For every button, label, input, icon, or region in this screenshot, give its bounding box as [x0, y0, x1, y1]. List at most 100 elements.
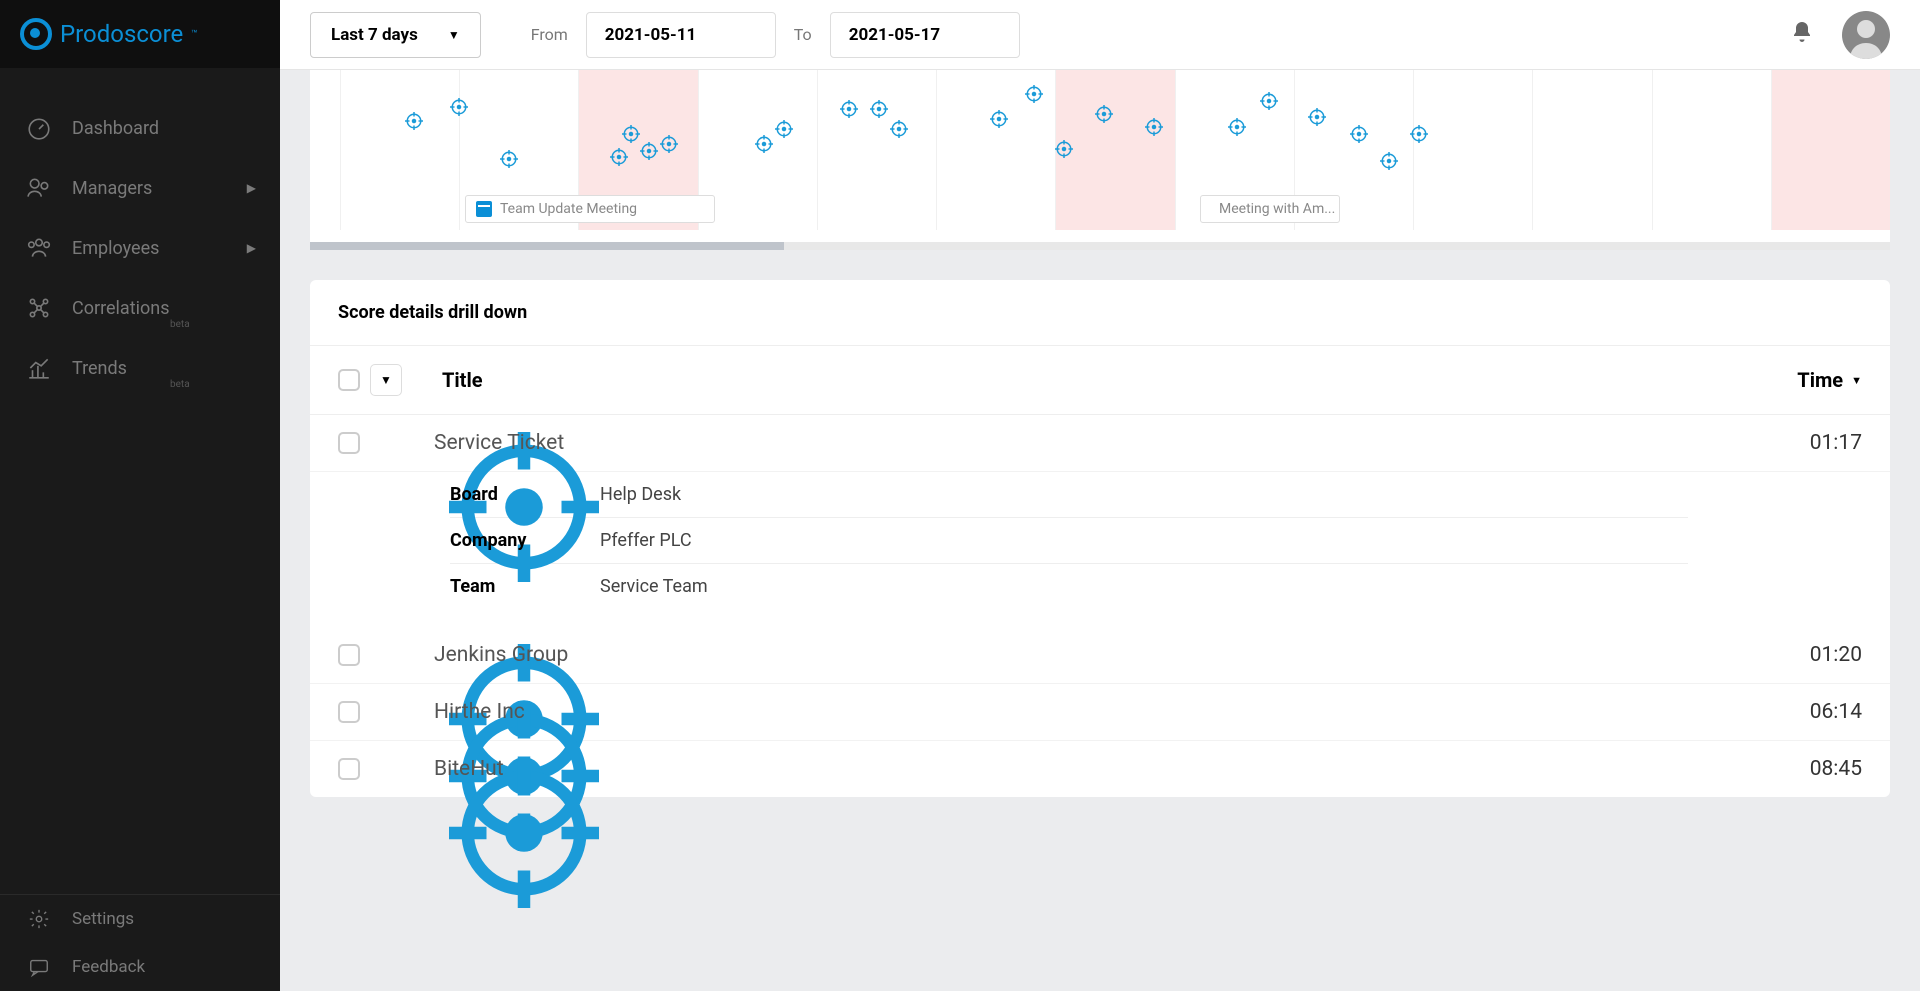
detail-value: Pfeffer PLC: [600, 530, 692, 551]
to-label: To: [794, 25, 812, 44]
activity-dot-icon[interactable]: [840, 100, 858, 118]
people-icon: [24, 236, 54, 260]
sidebar-item-label: Settings: [72, 909, 134, 929]
to-date-input[interactable]: 2021-05-17: [830, 12, 1020, 58]
header-actions: [1790, 11, 1890, 59]
row-title: BiteHut: [434, 757, 504, 781]
sidebar-item-label: Feedback: [72, 957, 145, 977]
timeline-event[interactable]: Team Update Meeting: [465, 195, 715, 223]
row-time: 01:17: [1810, 431, 1862, 455]
sidebar-item-label: Trends: [72, 358, 127, 379]
event-label: Team Update Meeting: [500, 201, 637, 217]
activity-dot-icon[interactable]: [755, 135, 773, 153]
bell-icon[interactable]: [1790, 20, 1814, 50]
activity-dot-icon[interactable]: [405, 112, 423, 130]
sidebar-item-label: Employees: [72, 238, 159, 259]
row-checkbox[interactable]: [338, 432, 360, 454]
from-label: From: [531, 25, 568, 44]
sidebar-item-label: Correlations: [72, 298, 170, 319]
date-range-label: Last 7 days: [331, 25, 418, 45]
activity-dot-icon[interactable]: [500, 150, 518, 168]
sidebar-item-trends[interactable]: Trends beta: [0, 338, 280, 398]
target-icon: [374, 701, 396, 723]
timeline-event[interactable]: Meeting with Am...: [1200, 195, 1340, 223]
avatar[interactable]: [1842, 11, 1890, 59]
activity-dot-icon[interactable]: [870, 100, 888, 118]
timeline-body: Team Update Meeting Meeting with Am...: [310, 70, 1890, 250]
column-time-sort[interactable]: Time ▼: [1797, 368, 1862, 392]
sidebar-item-feedback[interactable]: Feedback: [0, 943, 280, 991]
activity-dot-icon[interactable]: [990, 110, 1008, 128]
table-row[interactable]: Service Ticket 01:17: [310, 415, 1890, 472]
row-details: Board Help Desk Company Pfeffer PLC Team…: [310, 472, 1890, 627]
activity-dot-icon[interactable]: [1350, 125, 1368, 143]
sidebar-item-dashboard[interactable]: Dashboard: [0, 98, 280, 158]
activity-dot-icon[interactable]: [450, 98, 468, 116]
table-header: ▼ Title Time ▼: [310, 345, 1890, 415]
row-title: Hirthe Inc: [434, 700, 525, 724]
target-icon: [374, 644, 396, 666]
gear-icon: [24, 907, 54, 931]
row-checkbox[interactable]: [338, 644, 360, 666]
chart-icon: [24, 356, 54, 380]
activity-dot-icon[interactable]: [1380, 152, 1398, 170]
date-inputs: From 2021-05-11 To 2021-05-17: [531, 12, 1020, 58]
detail-value: Help Desk: [600, 484, 681, 505]
drilldown-title: Score details drill down: [310, 280, 1890, 345]
sidebar-item-correlations[interactable]: Correlations beta: [0, 278, 280, 338]
brand-name: Prodoscore: [60, 20, 183, 48]
sidebar-item-managers[interactable]: Managers ▶: [0, 158, 280, 218]
detail-value: Service Team: [600, 576, 708, 597]
sidebar: Prodoscore™ Dashboard Managers ▶: [0, 0, 280, 991]
target-icon: [374, 432, 396, 454]
row-time: 01:20: [1810, 643, 1862, 667]
activity-dot-icon[interactable]: [890, 120, 908, 138]
activity-dot-icon[interactable]: [1228, 118, 1246, 136]
activity-dot-icon[interactable]: [1260, 92, 1278, 110]
expand-all-button[interactable]: ▼: [370, 364, 402, 396]
drilldown-card: Score details drill down ▼ Title Time ▼ …: [310, 280, 1890, 797]
beta-badge: beta: [170, 379, 190, 390]
header: Last 7 days ▼ From 2021-05-11 To 2021-05…: [280, 0, 1920, 70]
logo[interactable]: Prodoscore™: [20, 18, 198, 50]
row-checkbox[interactable]: [338, 758, 360, 780]
activity-dot-icon[interactable]: [775, 120, 793, 138]
target-icon: [374, 758, 396, 780]
network-icon: [24, 296, 54, 320]
activity-dot-icon[interactable]: [1025, 85, 1043, 103]
timeline-scrollbar[interactable]: [310, 242, 1890, 250]
activity-dot-icon[interactable]: [1055, 140, 1073, 158]
row-time: 06:14: [1810, 700, 1862, 724]
chevron-down-icon: ▼: [448, 28, 460, 42]
users-icon: [24, 176, 54, 200]
row-checkbox[interactable]: [338, 701, 360, 723]
detail-label: Company: [450, 530, 600, 551]
from-date-input[interactable]: 2021-05-11: [586, 12, 776, 58]
activity-dot-icon[interactable]: [1145, 118, 1163, 136]
sidebar-item-employees[interactable]: Employees ▶: [0, 218, 280, 278]
activity-dot-icon[interactable]: [640, 142, 658, 160]
activity-dot-icon[interactable]: [1095, 105, 1113, 123]
select-all-checkbox[interactable]: [338, 369, 360, 391]
activity-dot-icon[interactable]: [622, 125, 640, 143]
main-content: Last 7 days ▼ From 2021-05-11 To 2021-05…: [280, 0, 1920, 991]
activity-dot-icon[interactable]: [610, 148, 628, 166]
gauge-icon: [24, 116, 54, 140]
activity-dot-icon[interactable]: [660, 135, 678, 153]
logo-area: Prodoscore™: [0, 0, 280, 68]
main-nav: Dashboard Managers ▶ Employees ▶: [0, 68, 280, 894]
table-row[interactable]: Jenkins Group 01:20: [310, 627, 1890, 684]
detail-label: Team: [450, 576, 600, 597]
sort-down-icon: ▼: [1851, 374, 1862, 387]
row-time: 08:45: [1810, 757, 1862, 781]
date-range-dropdown[interactable]: Last 7 days ▼: [310, 12, 481, 58]
bottom-nav: Settings Feedback: [0, 894, 280, 991]
chevron-right-icon: ▶: [247, 181, 256, 195]
column-title: Title: [442, 368, 483, 392]
chevron-right-icon: ▶: [247, 241, 256, 255]
activity-dot-icon[interactable]: [1410, 125, 1428, 143]
activity-dot-icon[interactable]: [1308, 108, 1326, 126]
sidebar-item-settings[interactable]: Settings: [0, 895, 280, 943]
scrollbar-thumb[interactable]: [310, 242, 784, 250]
calendar-icon: [476, 201, 492, 217]
